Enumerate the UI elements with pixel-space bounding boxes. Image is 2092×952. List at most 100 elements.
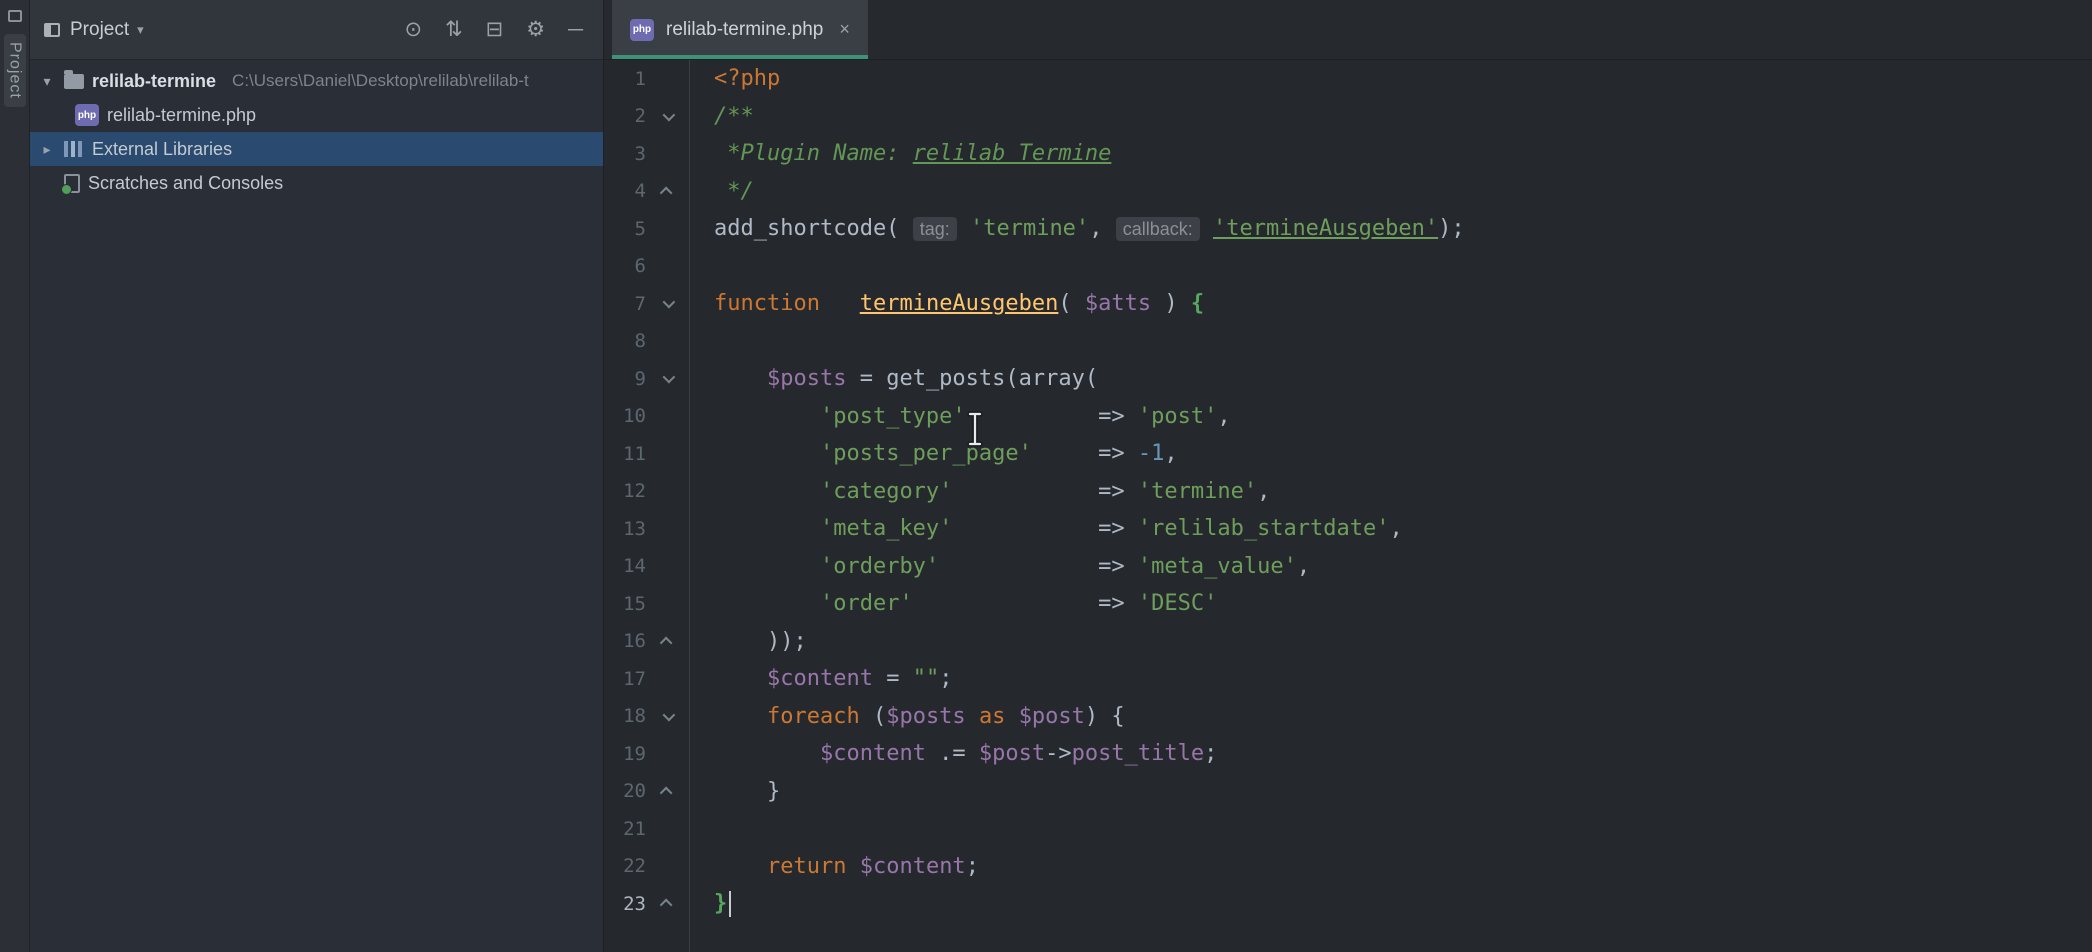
tab-relilab-termine-php[interactable]: php relilab-termine.php × <box>612 0 868 59</box>
gutter-line: 13 <box>604 510 689 548</box>
code-token: )); <box>714 629 807 654</box>
code-token: $post <box>979 741 1045 766</box>
project-stripe-button[interactable]: Project <box>4 34 26 107</box>
code-token <box>957 216 970 241</box>
code-line-15[interactable]: 'order' => 'DESC' <box>714 585 2092 623</box>
code-line-23[interactable]: } <box>714 885 2092 923</box>
code-line-18[interactable]: foreach ($posts as $post) { <box>714 698 2092 736</box>
code-line-6[interactable] <box>714 248 2092 286</box>
line-number: 22 <box>604 855 646 877</box>
text-caret <box>729 891 731 917</box>
line-number: 3 <box>604 143 646 165</box>
code-token: $post <box>1019 704 1085 729</box>
fold-end-icon[interactable] <box>660 186 673 199</box>
gutter-line: 22 <box>604 848 689 886</box>
code-line-14[interactable]: 'orderby' => 'meta_value', <box>714 548 2092 586</box>
code-line-17[interactable]: $content = ""; <box>714 660 2092 698</box>
settings-gear-icon[interactable]: ⚙ <box>526 17 545 42</box>
fold-end-icon[interactable] <box>660 786 673 799</box>
code-token <box>1005 704 1018 729</box>
code-token: => <box>966 404 1138 429</box>
code-token: ( <box>1058 291 1085 316</box>
code-line-19[interactable]: $content .= $post->post_title; <box>714 735 2092 773</box>
code-token: , <box>1089 216 1116 241</box>
code-token: 'termineAusgeben' <box>1213 216 1438 241</box>
fold-collapse-icon[interactable] <box>663 371 676 384</box>
code-line-10[interactable]: 'post_type' => 'post', <box>714 398 2092 436</box>
fold-collapse-icon[interactable] <box>663 296 676 309</box>
gutter-line: 18 <box>604 698 689 736</box>
fold-end-icon[interactable] <box>660 636 673 649</box>
code-token <box>820 291 860 316</box>
code-token: foreach <box>767 704 860 729</box>
code-token: ; <box>1204 741 1217 766</box>
hide-panel-icon[interactable]: ─ <box>568 18 583 42</box>
fold-end-icon[interactable] <box>660 899 673 912</box>
locate-file-icon[interactable]: ⊙ <box>404 17 422 42</box>
code-token: */ <box>714 179 754 204</box>
code-token: as <box>979 704 1006 729</box>
code-token <box>714 854 767 879</box>
code-line-2[interactable]: /** <box>714 98 2092 136</box>
code-token: 'termine' <box>970 216 1089 241</box>
code-token <box>714 441 820 466</box>
fold-collapse-icon[interactable] <box>663 708 676 721</box>
gutter-line: 17 <box>604 660 689 698</box>
chevron-down-icon[interactable]: ▾ <box>137 22 144 38</box>
code-token: -1 <box>1138 441 1165 466</box>
code-token: <?php <box>714 66 780 91</box>
gutter-line: 16 <box>604 623 689 661</box>
project-panel: Project ▾ ⊙ ⇅ ⊟ ⚙ ─ ▾ relilab-termine C:… <box>30 0 604 952</box>
code-token: 'relilab_startdate' <box>1138 516 1390 541</box>
code-token: ; <box>939 666 952 691</box>
collapse-all-icon[interactable]: ⊟ <box>486 17 504 42</box>
chevron-expanded-icon[interactable]: ▾ <box>38 73 56 90</box>
code-token: ); <box>1438 216 1465 241</box>
code-token: , <box>1257 479 1270 504</box>
code-line-3[interactable]: *Plugin Name: relilab Termine <box>714 135 2092 173</box>
fold-slot <box>646 899 689 908</box>
line-number: 4 <box>604 180 646 202</box>
code-line-13[interactable]: 'meta_key' => 'relilab_startdate', <box>714 510 2092 548</box>
code-token: post_title <box>1072 741 1204 766</box>
tree-item-project-root[interactable]: ▾ relilab-termine C:\Users\Daniel\Deskto… <box>30 64 603 98</box>
code-line-9[interactable]: $posts = get_posts(array( <box>714 360 2092 398</box>
code-token: 'category' <box>820 479 952 504</box>
editor-tab-bar: php relilab-termine.php × <box>604 0 2092 60</box>
code-line-8[interactable] <box>714 323 2092 361</box>
code-token <box>714 741 820 766</box>
sort-icon[interactable]: ⇅ <box>445 17 463 42</box>
code-token: 'termine' <box>1138 479 1257 504</box>
project-panel-title[interactable]: Project <box>70 19 129 41</box>
tool-window-stripe-icon[interactable] <box>8 10 22 22</box>
line-number: 10 <box>604 405 646 427</box>
chevron-collapsed-icon[interactable]: ▸ <box>38 141 56 158</box>
code-line-1[interactable]: <?php <box>714 60 2092 98</box>
code-line-5[interactable]: add_shortcode( tag: 'termine', callback:… <box>714 210 2092 248</box>
gutter-line: 11 <box>604 435 689 473</box>
tree-item-external-libraries[interactable]: ▸ External Libraries <box>30 132 603 166</box>
tree-item-scratches[interactable]: Scratches and Consoles <box>30 166 603 200</box>
project-root-path: C:\Users\Daniel\Desktop\relilab\relilab-… <box>232 71 529 91</box>
tree-item-php-file[interactable]: php relilab-termine.php <box>30 98 603 132</box>
fold-collapse-icon[interactable] <box>663 108 676 121</box>
code-line-20[interactable]: } <box>714 773 2092 811</box>
code-line-7[interactable]: function termineAusgeben( $atts ) { <box>714 285 2092 323</box>
close-tab-icon[interactable]: × <box>839 19 850 40</box>
line-number: 1 <box>604 68 646 90</box>
code-line-4[interactable]: */ <box>714 173 2092 211</box>
external-libraries-label: External Libraries <box>92 139 232 160</box>
project-panel-toolbar: ⊙ ⇅ ⊟ ⚙ ─ <box>404 17 589 42</box>
code-line-16[interactable]: )); <box>714 623 2092 661</box>
fold-slot <box>646 637 689 646</box>
code-token: callback: <box>1116 217 1200 241</box>
code-token: , <box>1297 554 1310 579</box>
line-number: 23 <box>604 893 646 915</box>
code-line-12[interactable]: 'category' => 'termine', <box>714 473 2092 511</box>
code-area[interactable]: <?php /** *Plugin Name: relilab Termine *… <box>690 60 2092 952</box>
code-line-21[interactable] <box>714 810 2092 848</box>
code-line-22[interactable]: return $content; <box>714 848 2092 886</box>
php-file-label: relilab-termine.php <box>107 105 256 126</box>
code-line-11[interactable]: 'posts_per_page' => -1, <box>714 435 2092 473</box>
fold-slot <box>646 299 689 308</box>
